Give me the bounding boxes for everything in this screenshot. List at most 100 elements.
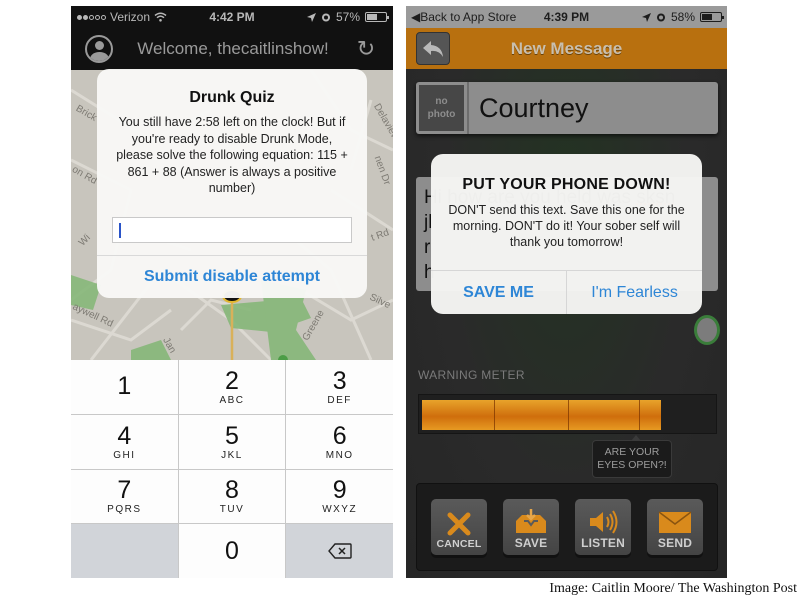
save-button[interactable]: SAVE xyxy=(503,499,559,555)
refresh-icon[interactable]: ↻ xyxy=(353,36,379,62)
key-0[interactable]: 0 xyxy=(178,524,286,578)
key-number: 1 xyxy=(117,372,132,401)
text-cursor xyxy=(119,223,121,238)
key-9[interactable]: 9 WXYZ xyxy=(286,469,393,524)
key-letters: GHI xyxy=(113,449,136,461)
speaker-icon xyxy=(587,508,619,536)
key-5[interactable]: 5 JKL xyxy=(178,414,286,469)
app-header: Welcome, thecaitlinshow! ↻ xyxy=(71,28,393,70)
save-me-button[interactable]: SAVE ME xyxy=(431,271,567,314)
key-number: 8 xyxy=(225,476,239,505)
key-letters: WXYZ xyxy=(322,504,358,516)
recipient-field[interactable]: no photo Courtney xyxy=(416,82,718,134)
backspace-key[interactable] xyxy=(286,524,393,578)
key-4[interactable]: 4 GHI xyxy=(71,414,178,469)
dialog-title: Drunk Quiz xyxy=(189,89,275,106)
key-number: 6 xyxy=(332,421,347,450)
send-button[interactable]: SEND xyxy=(647,499,703,555)
key-letters: MNO xyxy=(325,449,354,461)
back-button[interactable] xyxy=(416,32,450,65)
user-profile-icon[interactable] xyxy=(85,35,113,63)
contact-photo-placeholder: no photo xyxy=(419,85,464,131)
key-number: 5 xyxy=(225,421,239,450)
action-label: SAVE xyxy=(514,536,548,550)
toggle-knob[interactable] xyxy=(694,315,720,345)
location-arrow-icon xyxy=(641,12,651,22)
key-letters: ABC xyxy=(219,394,245,406)
drunk-quiz-dialog: Drunk Quiz You still have 2:58 left on t… xyxy=(97,69,367,298)
key-letters: TUV xyxy=(219,504,245,516)
envelope-icon xyxy=(658,508,692,536)
back-to-app-store-link[interactable]: ◀Back to App Store xyxy=(411,10,516,24)
key-number: 9 xyxy=(332,476,347,505)
status-right: 58% xyxy=(641,10,724,24)
key-number: 2 xyxy=(225,366,239,395)
key-letters: DEF xyxy=(327,394,352,406)
key-3[interactable]: 3 DEF xyxy=(286,360,393,414)
im-fearless-button[interactable]: I'm Fearless xyxy=(567,271,702,314)
key-blank xyxy=(71,524,178,578)
reply-arrow-icon xyxy=(423,40,443,57)
app-header: New Message xyxy=(406,28,727,69)
key-number: 4 xyxy=(117,421,132,450)
key-number: 7 xyxy=(117,476,132,505)
warning-meter xyxy=(418,394,717,434)
action-label: SEND xyxy=(657,536,693,550)
status-bar: ◀Back to App Store 4:39 PM 58% xyxy=(406,6,727,28)
key-8[interactable]: 8 TUV xyxy=(178,469,286,524)
key-1[interactable]: 1 xyxy=(71,360,178,414)
alarm-icon xyxy=(321,13,330,22)
battery-percent: 57% xyxy=(335,10,360,24)
page-title: New Message xyxy=(510,38,623,58)
status-bar: Verizon 4:42 PM 57% xyxy=(71,6,393,28)
key-letters: PQRS xyxy=(107,504,142,516)
cancel-button[interactable]: CANCEL xyxy=(431,499,487,555)
no-photo-text: photo xyxy=(427,109,456,120)
alert-title: PUT YOUR PHONE DOWN! xyxy=(462,176,671,193)
action-label: CANCEL xyxy=(436,538,482,550)
cancel-x-icon xyxy=(446,510,472,538)
key-number: 3 xyxy=(332,366,347,395)
image-credit-caption: Image: Caitlin Moore/ The Washington Pos… xyxy=(549,581,797,596)
save-inbox-icon xyxy=(514,508,548,536)
right-phone-screen: ◀Back to App Store 4:39 PM 58% New Messa… xyxy=(406,6,727,578)
warning-meter-label: WARNING METER xyxy=(418,368,525,382)
carrier-info: Verizon xyxy=(77,10,167,24)
alarm-icon xyxy=(656,13,665,22)
submit-disable-attempt-button[interactable]: Submit disable attempt xyxy=(97,255,367,298)
action-toolbar: CANCEL SAVE LISTEN SEND xyxy=(416,483,718,571)
warning-meter-fill xyxy=(422,400,661,430)
alert-buttons: SAVE ME I'm Fearless xyxy=(431,270,702,314)
numeric-keypad: 1 2 ABC 3 DEF 4 GHI 5 JKL 6 MNO 7 PQRS 8 TUV 9W… xyxy=(71,360,393,578)
key-7[interactable]: 7 PQRS xyxy=(71,469,178,524)
action-label: LISTEN xyxy=(581,536,625,550)
listen-button[interactable]: LISTEN xyxy=(575,499,631,555)
signal-strength-icon xyxy=(77,14,106,20)
photo-divider xyxy=(467,82,469,134)
carrier-name: Verizon xyxy=(110,10,151,24)
welcome-message: Welcome, thecaitlinshow! xyxy=(137,39,329,58)
battery-percent: 58% xyxy=(670,10,695,24)
no-photo-text: no xyxy=(435,96,448,107)
dialog-message: You still have 2:58 left on the clock! B… xyxy=(116,115,348,195)
meter-segment xyxy=(567,400,569,430)
wifi-icon xyxy=(154,12,167,22)
meter-segment xyxy=(639,400,641,430)
status-right: 57% xyxy=(306,10,389,24)
location-arrow-icon xyxy=(306,12,316,22)
alert-message: DON'T send this text. Save this one for … xyxy=(448,203,685,249)
recipient-name: Courtney xyxy=(479,92,589,123)
compose-area: no photo Courtney Hi how are you held wa… xyxy=(406,69,727,578)
battery-icon xyxy=(700,12,724,22)
answer-input[interactable] xyxy=(112,217,352,243)
tooltip-text: ARE YOUR xyxy=(604,446,660,458)
put-phone-down-alert: PUT YOUR PHONE DOWN! DON'T send this tex… xyxy=(431,154,702,314)
key-6[interactable]: 6 MNO xyxy=(286,414,393,469)
backspace-icon xyxy=(327,543,352,559)
key-number: 0 xyxy=(225,537,239,566)
battery-icon xyxy=(365,12,389,22)
left-phone-screen: Verizon 4:42 PM 57% Welcome, thecaitlins… xyxy=(71,6,393,578)
back-to-app-label: Back to App Store xyxy=(420,10,517,24)
key-2[interactable]: 2 ABC xyxy=(178,360,286,414)
tooltip-text: EYES OPEN?! xyxy=(597,459,667,471)
